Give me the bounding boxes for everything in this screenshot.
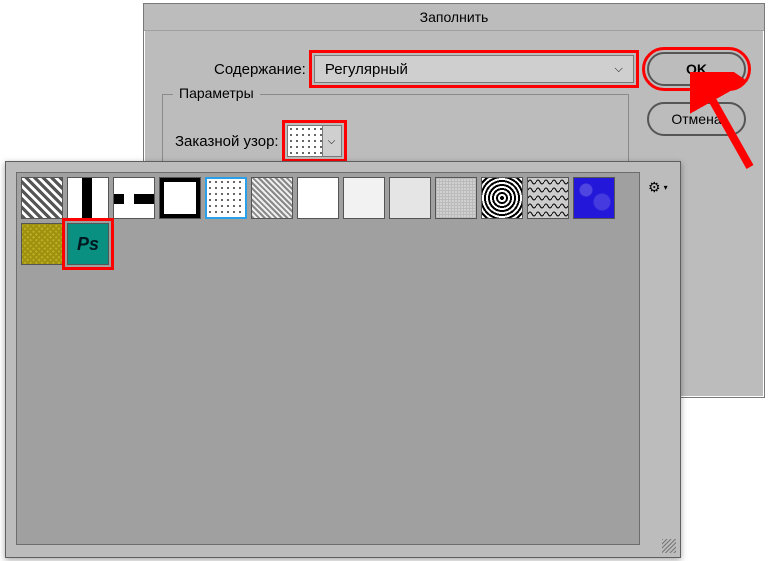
pattern-picker-panel: ⚙▾ Ps [5, 161, 681, 558]
pattern-row: Заказной узор: ⌵ [175, 125, 342, 157]
swatch-dot-grid[interactable] [205, 177, 247, 219]
chevron-down-icon: ▾ [664, 183, 668, 192]
swatch-light-gray-1[interactable] [343, 177, 385, 219]
chevron-down-icon: ⌵ [615, 63, 623, 76]
swatch-wavy[interactable] [527, 177, 569, 219]
content-select-value: Регулярный [325, 61, 408, 78]
ok-button[interactable]: OK [647, 52, 746, 86]
gear-icon: ⚙ [648, 179, 661, 196]
swatch-concentric-squares[interactable] [481, 177, 523, 219]
swatch-ps-logo[interactable]: Ps [67, 223, 109, 265]
swatch-diagonal-stripes-2[interactable] [251, 177, 293, 219]
options-legend: Параметры [173, 85, 260, 101]
swatch-noise[interactable] [435, 177, 477, 219]
swatch-horizontal-bars[interactable] [113, 177, 155, 219]
swatch-white[interactable] [297, 177, 339, 219]
pattern-picker-trigger[interactable]: ⌵ [287, 125, 342, 157]
content-label: Содержание: [214, 61, 306, 78]
swatch-square-frame[interactable] [159, 177, 201, 219]
content-select[interactable]: Регулярный ⌵ [314, 55, 634, 83]
chevron-down-icon[interactable]: ⌵ [323, 125, 342, 157]
swatch-blue-texture[interactable] [573, 177, 615, 219]
panel-options-button[interactable]: ⚙▾ [648, 178, 666, 196]
swatch-diagonal-stripes-1[interactable] [21, 177, 63, 219]
swatch-light-gray-2[interactable] [389, 177, 431, 219]
swatch-grid: Ps [16, 172, 640, 545]
pattern-label: Заказной узор: [175, 133, 279, 150]
resize-handle-icon[interactable] [662, 539, 676, 553]
current-pattern-swatch [287, 125, 323, 157]
swatch-block-black-on-white[interactable] [67, 177, 109, 219]
content-row: Содержание: Регулярный ⌵ [214, 55, 634, 83]
dialog-title: Заполнить [144, 4, 764, 31]
swatch-yellow-noise[interactable] [21, 223, 63, 265]
cancel-button[interactable]: Отмена [647, 102, 746, 136]
